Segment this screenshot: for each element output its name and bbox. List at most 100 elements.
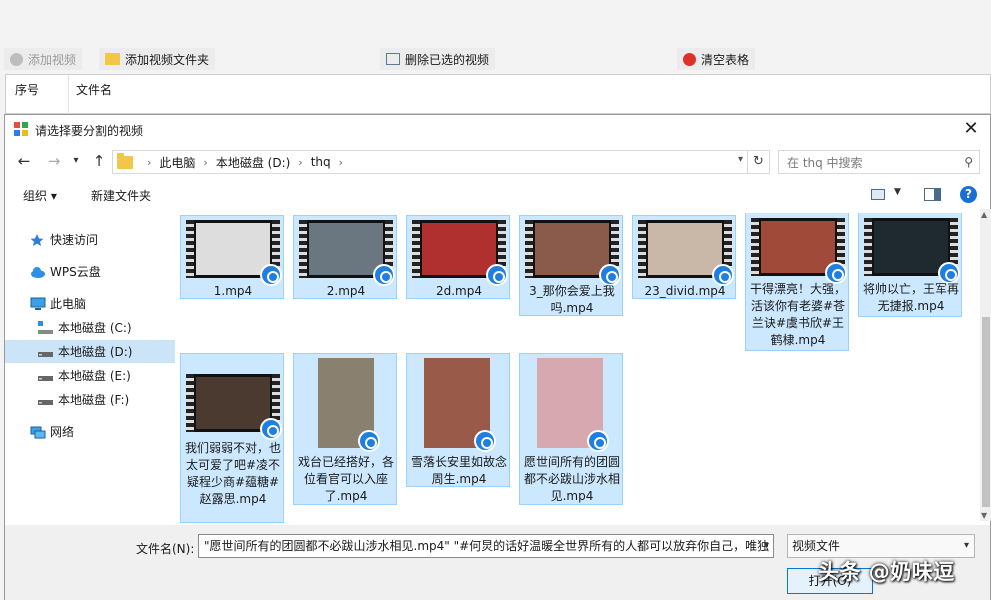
command-bar: 组织 ▾ 新建文件夹 ▼ ? <box>5 181 990 209</box>
file-tile[interactable]: 干得漂亮！大强，活该你有老婆#苍兰诀#虞书欣#王鹤棣.mp4 <box>745 213 849 351</box>
network-icon <box>30 425 46 439</box>
navigation-bar: ← → ▾ ↑ › 此电脑 › 本地磁盘 (D:) › thq › ▾ ↻ 在 … <box>5 146 990 176</box>
video-frame <box>648 223 722 275</box>
sidebar-item-drive-e[interactable]: 本地磁盘 (E:) <box>5 364 175 387</box>
file-name-value: "愿世间所有的团圆都不必跋山涉水相见.mp4" "#何炅的话好温暖全世界所有的人… <box>204 539 770 553</box>
video-thumbnail <box>525 220 621 286</box>
windows-drive-icon <box>38 320 53 335</box>
up-arrow-icon[interactable]: ↑ <box>88 150 110 172</box>
app-toolbar: 添加视频 添加视频文件夹 删除已选的视频 清空表格 <box>0 44 991 72</box>
add-folder-label: 添加视频文件夹 <box>125 52 210 67</box>
sidebar-item-label: 本地磁盘 (D:) <box>58 345 133 359</box>
cloud-icon <box>30 265 45 279</box>
file-tile[interactable]: 1.mp4 <box>180 215 284 299</box>
add-video-button[interactable]: 添加视频 <box>4 48 83 70</box>
view-dropdown-icon[interactable]: ▼ <box>894 187 901 197</box>
sidebar-item-network[interactable]: 网络 <box>5 420 175 443</box>
search-icon: ⚲ <box>964 155 973 169</box>
file-tile[interactable]: 愿世间所有的团圆都不必跋山涉水相见.mp4 <box>519 353 623 505</box>
scroll-up-icon[interactable]: ▲ <box>981 210 987 219</box>
app-icon <box>14 122 28 136</box>
file-list: 1.mp4 2.mp4 2d.mp4 3_那你会爱上我吗.mp4 23_divi… <box>175 213 975 525</box>
sidebar-item-wps-cloud[interactable]: WPS云盘 <box>5 260 175 283</box>
back-arrow-icon[interactable]: ← <box>13 150 35 172</box>
video-thumbnail <box>537 358 609 452</box>
video-frame <box>196 377 270 429</box>
computer-icon <box>30 297 46 311</box>
file-name: 2.mp4 <box>326 284 366 298</box>
file-name: 愿世间所有的团圆都不必跋山涉水相见.mp4 <box>523 455 620 503</box>
scrollbar-thumb[interactable] <box>982 317 990 507</box>
sidebar-item-label: 本地磁盘 (E:) <box>58 369 131 383</box>
recent-dropdown-icon[interactable]: ▾ <box>65 150 87 172</box>
chevron-down-icon[interactable]: ▾ <box>764 535 769 557</box>
file-type-select[interactable]: 视频文件 ▾ <box>787 534 975 558</box>
clear-icon <box>683 52 696 66</box>
file-tile[interactable]: 我们弱弱不对，也太可爱了吧#凌不疑程少商#蕴糖#赵露思.mp4 <box>180 353 284 523</box>
star-icon <box>30 233 44 247</box>
refresh-icon[interactable]: ↻ <box>748 150 770 174</box>
file-tile[interactable]: 雪落长安里如故念周生.mp4 <box>406 353 510 487</box>
column-header-filename[interactable]: 文件名 <box>76 81 112 98</box>
sidebar-item-drive-f[interactable]: 本地磁盘 (F:) <box>5 388 175 411</box>
delete-video-icon <box>386 53 400 65</box>
sidebar-item-label: 本地磁盘 (C:) <box>58 321 132 335</box>
chevron-down-icon: ▾ <box>963 540 969 551</box>
file-name-input[interactable]: "愿世间所有的团圆都不必跋山涉水相见.mp4" "#何炅的话好温暖全世界所有的人… <box>198 534 774 558</box>
sidebar-item-label: 此电脑 <box>50 297 87 311</box>
breadcrumb-drive-d[interactable]: 本地磁盘 (D:) <box>216 154 290 171</box>
file-tile[interactable]: 戏台已经搭好，各位看官可以入座了.mp4 <box>293 353 397 505</box>
organize-menu[interactable]: 组织 ▾ <box>23 187 57 204</box>
scroll-down-icon[interactable]: ▼ <box>981 511 987 520</box>
video-thumbnail <box>299 220 395 286</box>
address-bar[interactable]: › 此电脑 › 本地磁盘 (D:) › thq › ▾ <box>112 150 748 174</box>
folder-add-icon <box>105 53 120 65</box>
forward-arrow-icon[interactable]: → <box>43 150 65 172</box>
drive-icon <box>38 369 53 383</box>
file-tile[interactable]: 2d.mp4 <box>406 215 510 299</box>
chevron-right-icon: › <box>338 155 344 169</box>
video-player-icon <box>358 430 380 452</box>
file-tile[interactable]: 23_divid.mp4 <box>632 215 736 299</box>
add-folder-button[interactable]: 添加视频文件夹 <box>99 48 216 70</box>
delete-selected-button[interactable]: 删除已选的视频 <box>380 48 496 70</box>
file-name-label: 文件名(N): <box>136 542 195 556</box>
search-input[interactable]: 在 thq 中搜索 ⚲ <box>778 150 980 174</box>
help-icon[interactable]: ? <box>960 186 977 203</box>
sidebar-item-drive-c[interactable]: 本地磁盘 (C:) <box>5 316 175 339</box>
new-folder-button[interactable]: 新建文件夹 <box>91 187 151 204</box>
breadcrumb-thq[interactable]: thq <box>311 155 331 169</box>
sidebar-item-label: 网络 <box>50 425 75 439</box>
add-video-label: 添加视频 <box>28 52 77 67</box>
file-type-value: 视频文件 <box>792 539 841 553</box>
video-frame <box>874 221 948 273</box>
sidebar-item-drive-d[interactable]: 本地磁盘 (D:) <box>5 340 175 363</box>
file-tile[interactable]: 将帅以亡，王军再无捷报.mp4 <box>858 213 962 317</box>
file-name: 干得漂亮！大强，活该你有老婆#苍兰诀#虞书欣#王鹤棣.mp4 <box>749 282 846 347</box>
chevron-down-icon[interactable]: ▾ <box>738 154 743 165</box>
breadcrumb-this-pc[interactable]: 此电脑 <box>159 154 195 171</box>
watermark: 头条 @奶味逗 <box>818 560 955 584</box>
sidebar-item-quick-access[interactable]: 快速访问 <box>5 228 175 251</box>
file-tile[interactable]: 2.mp4 <box>293 215 397 299</box>
navigation-pane: 快速访问 WPS云盘 此电脑 本地磁盘 (C:) 本地磁盘 (D:) 本地磁盘 … <box>5 213 175 525</box>
delete-selected-label: 删除已选的视频 <box>405 52 490 67</box>
file-name: 3_那你会爱上我吗.mp4 <box>529 284 615 315</box>
file-name: 戏台已经搭好，各位看官可以入座了.mp4 <box>297 455 394 503</box>
vertical-scrollbar[interactable]: ▲ ▼ <box>980 209 991 521</box>
video-thumbnail <box>864 218 960 284</box>
video-table: 序号 文件名 <box>5 74 991 115</box>
clear-table-button[interactable]: 清空表格 <box>677 48 756 70</box>
column-header-index[interactable]: 序号 <box>15 81 39 98</box>
sidebar-item-this-pc[interactable]: 此电脑 <box>5 292 175 315</box>
open-file-dialog: 请选择要分割的视频 ✕ ← → ▾ ↑ › 此电脑 › 本地磁盘 (D:) › … <box>4 114 991 600</box>
close-icon[interactable]: ✕ <box>958 117 984 141</box>
view-mode-icon[interactable] <box>871 189 885 200</box>
video-thumbnail <box>751 218 847 284</box>
chevron-right-icon: › <box>203 155 208 169</box>
drive-icon <box>38 345 53 359</box>
preview-pane-icon[interactable] <box>924 188 941 201</box>
video-player-icon <box>474 430 496 452</box>
file-tile[interactable]: 3_那你会爱上我吗.mp4 <box>519 215 623 316</box>
column-divider <box>68 75 69 115</box>
